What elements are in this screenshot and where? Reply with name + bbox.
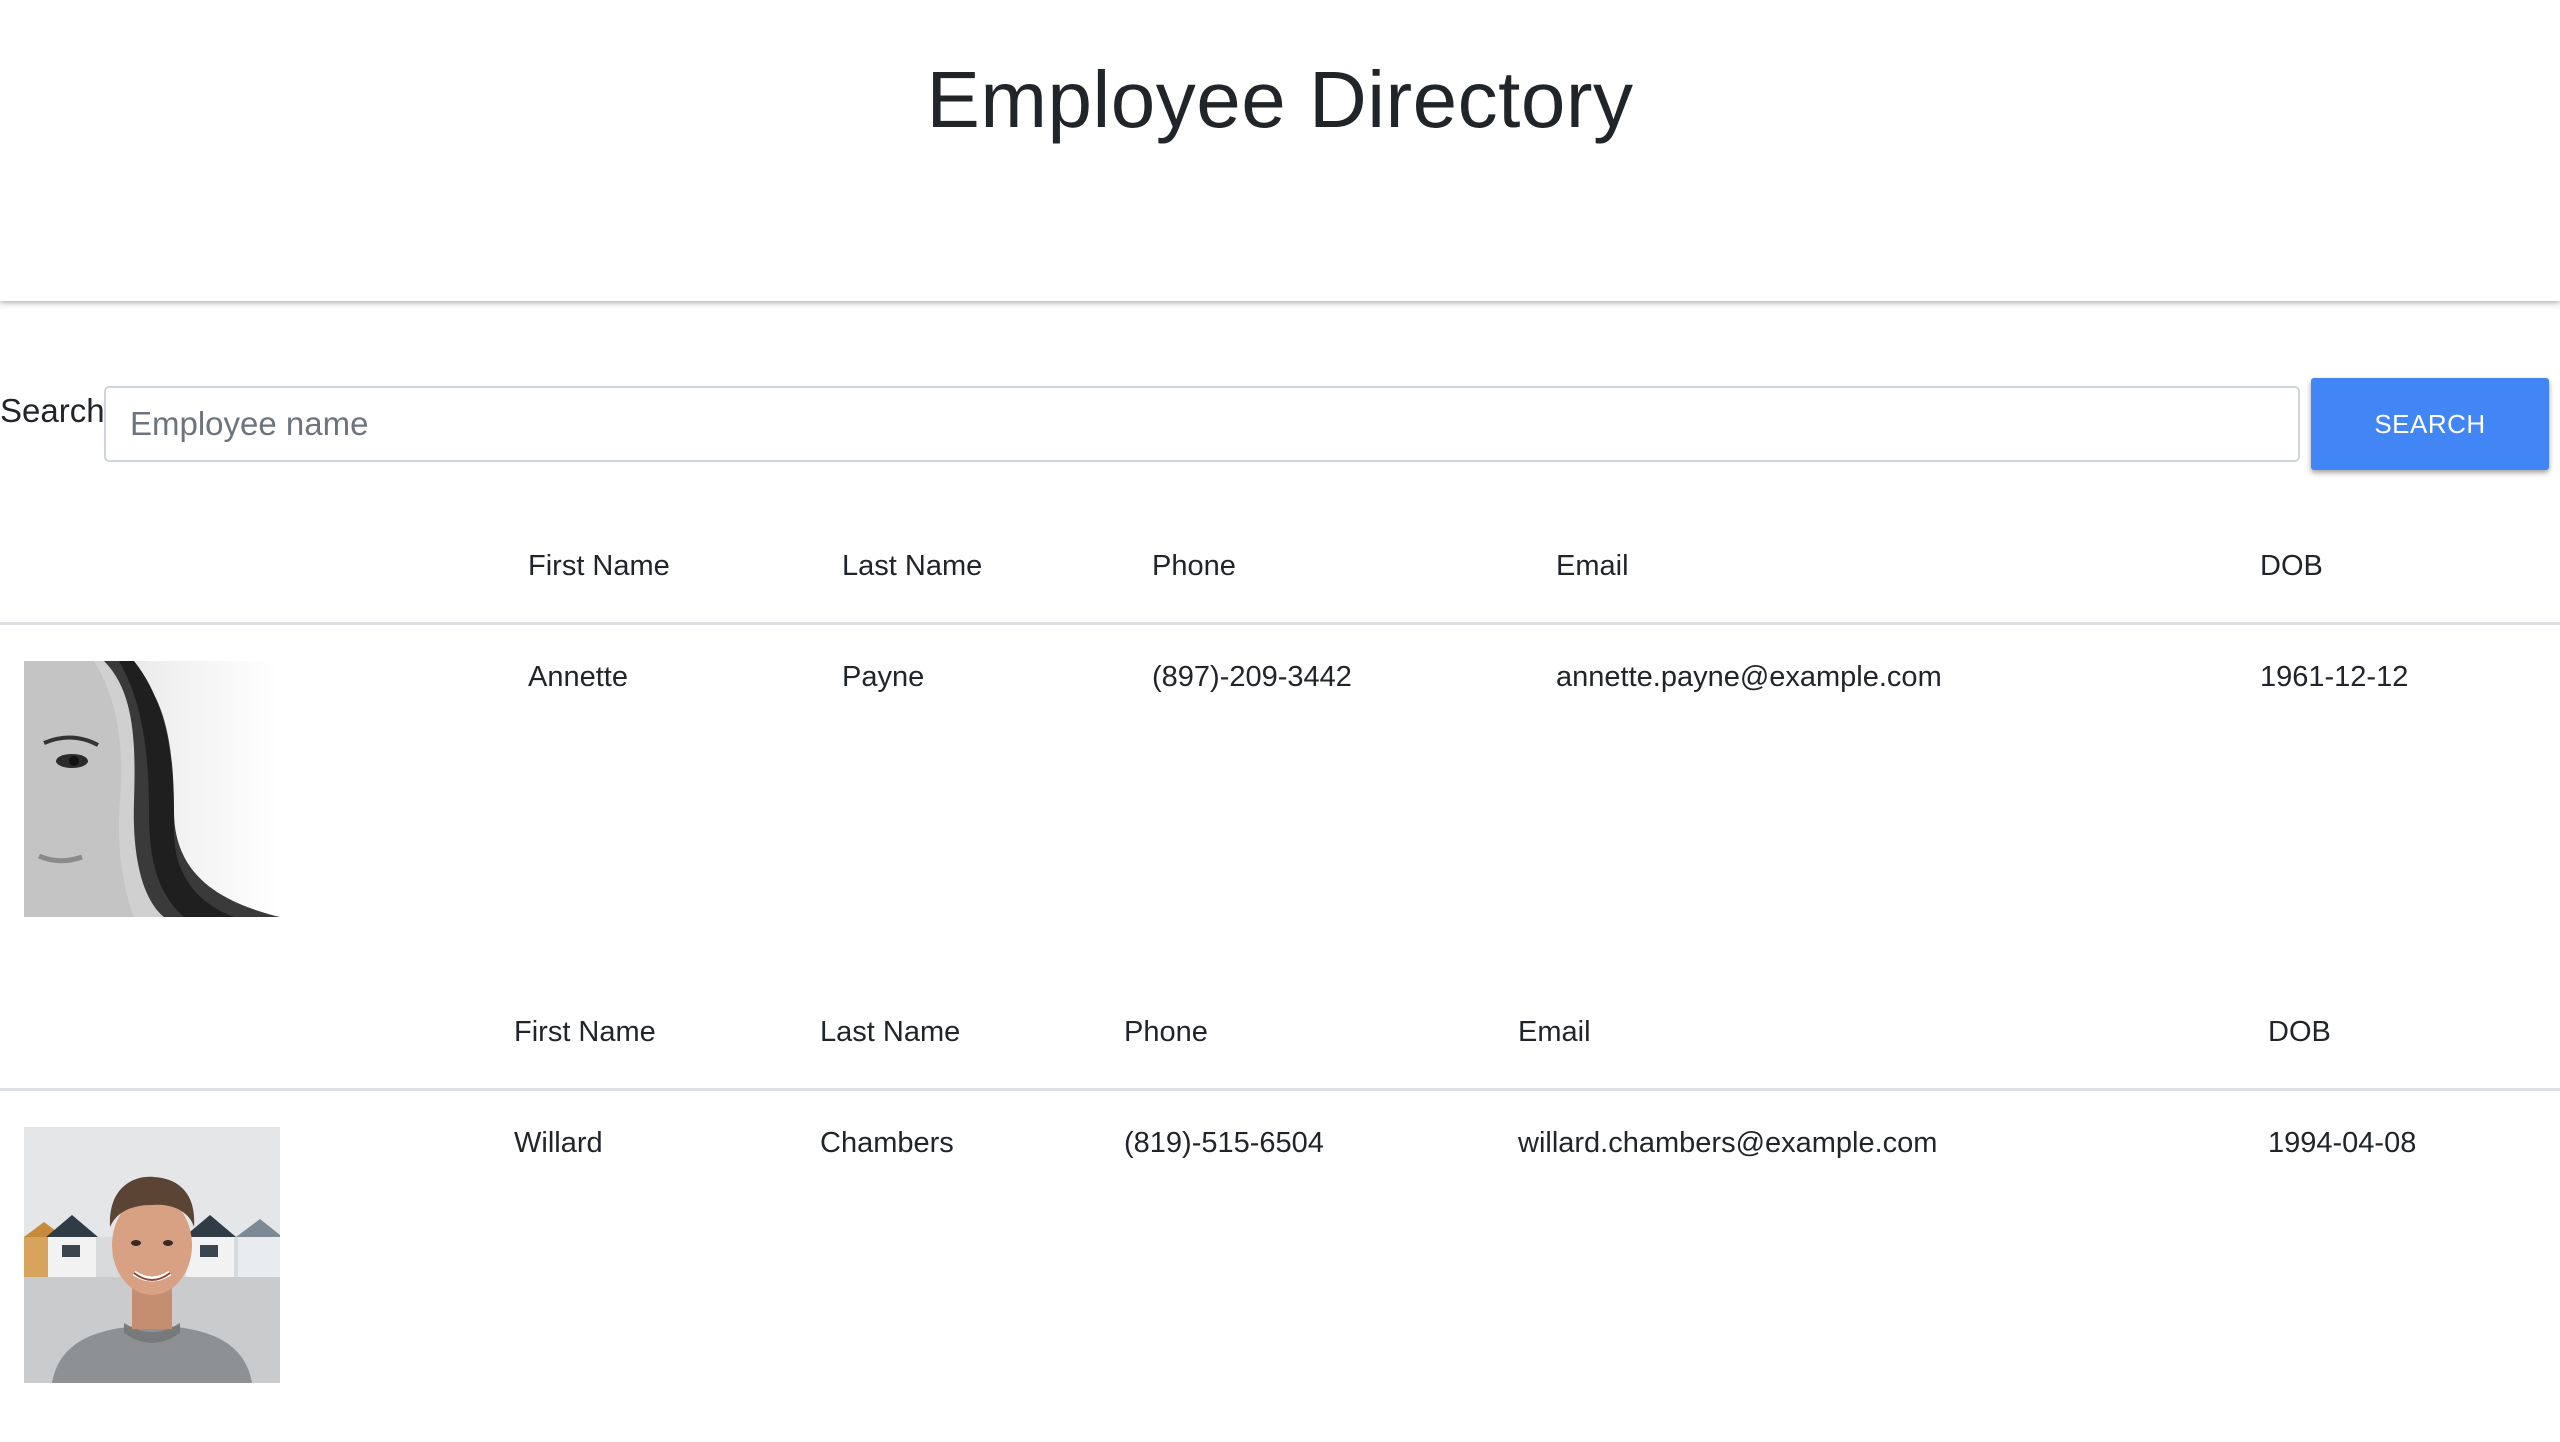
column-header-phone: Phone [1152,550,1236,582]
table-header-row: First Name Last Name Phone Email DOB [0,500,2560,625]
column-header-first-name: First Name [528,550,670,582]
search-button[interactable]: SEARCH [2311,378,2549,470]
cell-last-name: Chambers [820,1127,954,1159]
cell-first-name: Annette [528,661,628,693]
column-header-email: Email [1518,1016,1591,1048]
cell-email: annette.payne@example.com [1556,661,1942,693]
column-header-dob: DOB [2268,1016,2331,1048]
cell-first-name: Willard [514,1127,603,1159]
column-header-first-name: First Name [514,1016,656,1048]
column-header-dob: DOB [2260,550,2323,582]
page-header: Employee Directory [0,0,2560,301]
employee-photo-man-icon [24,1127,280,1383]
cell-phone: (897)-209-3442 [1152,661,1352,693]
column-header-phone: Phone [1124,1016,1208,1048]
column-header-last-name: Last Name [842,550,983,582]
search-input[interactable] [104,386,2300,462]
table-header-row: First Name Last Name Phone Email DOB [0,966,2560,1091]
search-label: Search: [0,392,114,429]
employee-photo [24,1127,280,1383]
column-header-last-name: Last Name [820,1016,961,1048]
cell-last-name: Payne [842,661,925,693]
cell-phone: (819)-515-6504 [1124,1127,1324,1159]
cell-dob: 1994-04-08 [2268,1127,2417,1159]
page-title: Employee Directory [926,55,1634,144]
cell-email: willard.chambers@example.com [1518,1127,1938,1159]
column-header-email: Email [1556,550,1629,582]
employee-photo [24,661,280,917]
employee-photo-woman-icon [24,661,280,917]
cell-dob: 1961-12-12 [2260,661,2409,693]
